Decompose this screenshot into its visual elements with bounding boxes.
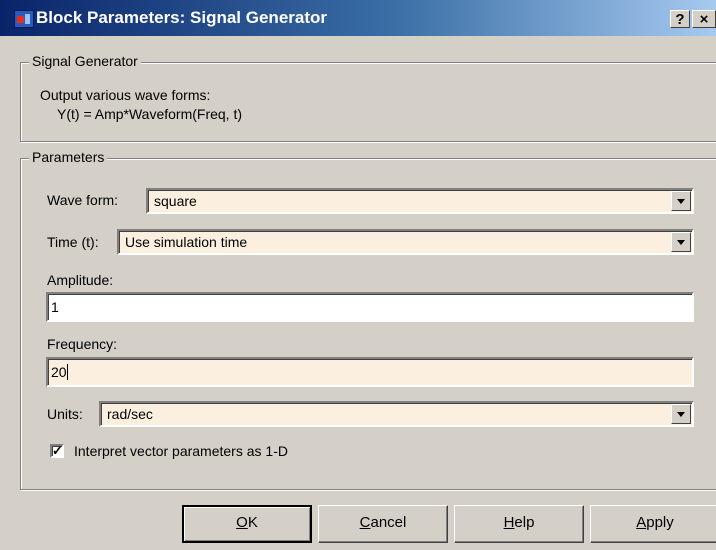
help-button[interactable]: Help xyxy=(454,505,584,543)
chevron-down-icon[interactable] xyxy=(671,232,691,252)
units-select-value: rad/sec xyxy=(107,406,153,422)
close-icon[interactable]: × xyxy=(692,10,716,28)
interpret-vector-checkbox[interactable]: ✓ xyxy=(50,444,64,458)
waveform-label: Wave form: xyxy=(47,192,119,208)
title-bar[interactable]: Block Parameters: Signal Generator ? × xyxy=(0,0,716,36)
description-line-1: Output various wave forms: xyxy=(40,87,211,103)
parameters-group-label: Parameters xyxy=(29,149,108,165)
description-group-label: Signal Generator xyxy=(29,53,141,69)
text-caret xyxy=(66,364,68,380)
time-select[interactable]: Use simulation time xyxy=(117,229,694,255)
units-select[interactable]: rad/sec xyxy=(99,401,694,427)
amplitude-value: 1 xyxy=(51,299,59,315)
window-title: Block Parameters: Signal Generator xyxy=(36,8,328,27)
frequency-value: 20 xyxy=(51,364,67,380)
apply-button[interactable]: Apply xyxy=(590,505,716,543)
interpret-vector-label[interactable]: Interpret vector parameters as 1-D xyxy=(74,443,288,459)
ok-button[interactable]: OK xyxy=(182,505,312,543)
amplitude-label: Amplitude: xyxy=(47,272,114,288)
cancel-button[interactable]: Cancel xyxy=(318,505,448,543)
chevron-down-icon[interactable] xyxy=(671,404,691,424)
description-line-2: Y(t) = Amp*Waveform(Freq, t) xyxy=(57,106,243,122)
frequency-field[interactable]: 20 xyxy=(46,357,694,387)
simulink-block-icon xyxy=(14,10,34,28)
waveform-select-value: square xyxy=(154,193,197,209)
checkmark-icon: ✓ xyxy=(52,443,63,458)
amplitude-field[interactable]: 1 xyxy=(46,292,694,322)
time-select-value: Use simulation time xyxy=(125,234,248,250)
chevron-down-icon[interactable] xyxy=(671,191,691,211)
waveform-select[interactable]: square xyxy=(146,188,694,214)
dialog-window: Block Parameters: Signal Generator ? × S… xyxy=(0,0,716,550)
frequency-label: Frequency: xyxy=(47,336,118,352)
units-label: Units: xyxy=(47,406,83,422)
time-label: Time (t): xyxy=(47,234,99,250)
help-icon[interactable]: ? xyxy=(670,10,690,28)
